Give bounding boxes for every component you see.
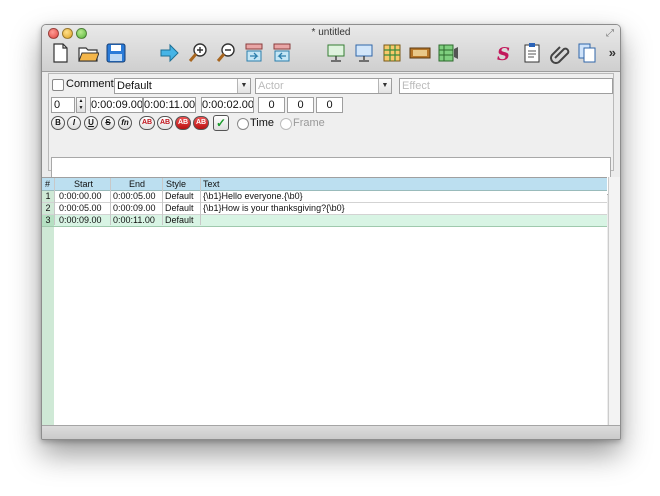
- duration-input[interactable]: 0:00:02.00: [201, 97, 254, 113]
- zoom-in-icon[interactable]: [186, 41, 210, 65]
- subtitles-monitor-icon[interactable]: [324, 41, 348, 65]
- time-radio[interactable]: [237, 118, 249, 130]
- shadow-color-button[interactable]: AB: [193, 116, 209, 130]
- comment-checkbox[interactable]: [52, 79, 64, 91]
- end-time-input[interactable]: 0:00:11.00: [143, 97, 196, 113]
- video-snap-end-icon[interactable]: [270, 41, 294, 65]
- subtitle-grid: # Start End Style Text 1 0:00:00.00 0:00…: [42, 177, 607, 426]
- bold-button[interactable]: B: [51, 116, 65, 130]
- toolbar-overflow-icon[interactable]: »: [609, 45, 616, 60]
- copy-pages-icon[interactable]: [575, 41, 599, 65]
- row-number: 1: [42, 191, 54, 202]
- style-value: Default: [117, 80, 152, 92]
- column-divider: [200, 178, 201, 225]
- jump-to-arrow-icon[interactable]: [157, 41, 181, 65]
- table-row[interactable]: 2 0:00:05.00 0:00:09.00 Default {\b1}How…: [42, 203, 607, 215]
- header-num[interactable]: #: [45, 178, 50, 190]
- column-divider: [54, 178, 55, 225]
- svg-text:S: S: [497, 44, 510, 64]
- film-strip-icon[interactable]: [408, 41, 432, 65]
- zoom-out-icon[interactable]: [214, 41, 238, 65]
- effect-input[interactable]: Effect: [399, 78, 613, 94]
- row-style: Default: [165, 203, 194, 213]
- header-style[interactable]: Style: [166, 178, 186, 190]
- title-bar: * untitled ⤢ S »: [42, 25, 620, 72]
- frame-label: Frame: [293, 117, 325, 129]
- grid-header: # Start End Style Text: [42, 178, 607, 191]
- video-monitor-icon[interactable]: [352, 41, 376, 65]
- font-button[interactable]: fn: [118, 116, 132, 130]
- open-folder-icon[interactable]: [76, 41, 100, 65]
- primary-color-button[interactable]: AB: [139, 116, 155, 130]
- status-bar: [42, 425, 620, 439]
- underline-button[interactable]: U: [84, 116, 98, 130]
- frame-radio[interactable]: [280, 118, 292, 130]
- row-number: 3: [42, 215, 54, 226]
- row-end: 0:00:11.00: [113, 215, 155, 225]
- time-label: Time: [250, 117, 275, 129]
- italic-button[interactable]: I: [67, 116, 81, 130]
- save-icon[interactable]: [104, 41, 128, 65]
- margin-right-input[interactable]: 0: [287, 97, 314, 113]
- new-file-icon[interactable]: [48, 41, 72, 65]
- row-number: 2: [42, 203, 54, 214]
- style-combo[interactable]: Default ▼: [114, 78, 251, 94]
- effect-placeholder: Effect: [402, 80, 430, 92]
- row-text: {\b1}Hello everyone.{\b0}: [203, 191, 303, 201]
- margin-left-input[interactable]: 0: [258, 97, 285, 113]
- actor-placeholder: Actor: [258, 80, 284, 92]
- chevron-down-icon: ▼: [378, 79, 391, 93]
- actor-combo[interactable]: Actor ▼: [255, 78, 392, 94]
- start-time-input[interactable]: 0:00:09.00: [90, 97, 143, 113]
- row-start: 0:00:00.00: [59, 191, 102, 201]
- secondary-color-button[interactable]: AB: [157, 116, 173, 130]
- attachments-paperclip-icon[interactable]: [548, 41, 572, 65]
- header-end[interactable]: End: [129, 178, 145, 190]
- strikeout-button[interactable]: S: [101, 116, 115, 130]
- row-start: 0:00:09.00: [59, 215, 102, 225]
- video-snap-start-icon[interactable]: [242, 41, 266, 65]
- column-divider: [110, 178, 111, 225]
- row-start: 0:00:05.00: [59, 203, 102, 213]
- fullscreen-icon[interactable]: ⤢: [606, 28, 614, 39]
- row-style: Default: [165, 191, 194, 201]
- video-grid-icon[interactable]: [436, 41, 460, 65]
- row-style: Default: [165, 215, 194, 225]
- comment-label: Comment: [66, 78, 114, 90]
- row-end: 0:00:05.00: [113, 191, 156, 201]
- notes-clipboard-icon[interactable]: [520, 41, 544, 65]
- column-divider: [162, 178, 163, 225]
- table-row-active[interactable]: 3 0:00:09.00 0:00:11.00 Default: [42, 215, 607, 227]
- margin-vertical-input[interactable]: 0: [316, 97, 343, 113]
- header-text[interactable]: Text: [203, 178, 220, 190]
- commit-button[interactable]: ✓: [213, 115, 229, 131]
- grid-table-icon[interactable]: [380, 41, 404, 65]
- window-title: * untitled: [311, 27, 351, 38]
- app-window: * untitled ⤢ S » Comment Default ▼ Actor…: [41, 24, 621, 440]
- layer-input[interactable]: 0: [51, 97, 75, 113]
- chevron-down-icon: ▼: [237, 79, 250, 93]
- row-end: 0:00:09.00: [113, 203, 156, 213]
- row-text: {\b1}How is your thanksgiving?{\b0}: [203, 203, 345, 213]
- subtitle-edit-panel: Comment Default ▼ Actor ▼ Effect 0 ▲ ▼ 0:…: [48, 73, 614, 195]
- table-row[interactable]: 1 0:00:00.00 0:00:05.00 Default {\b1}Hel…: [42, 191, 607, 203]
- outline-color-button[interactable]: AB: [175, 116, 191, 130]
- style-manager-icon[interactable]: S: [492, 41, 516, 65]
- layer-stepper[interactable]: ▲ ▼: [76, 97, 86, 113]
- header-start[interactable]: Start: [74, 178, 93, 190]
- vertical-scrollbar[interactable]: [608, 177, 620, 425]
